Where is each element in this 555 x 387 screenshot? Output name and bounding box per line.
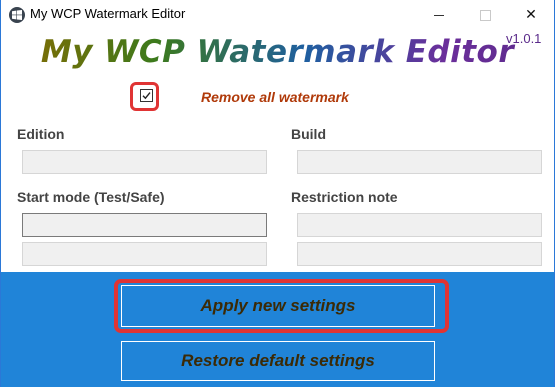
checkmark-icon <box>142 92 151 100</box>
window-title: My WCP Watermark Editor <box>30 6 186 21</box>
version-label: v1.0.1 <box>506 31 542 46</box>
restriction-label: Restriction note <box>291 189 398 205</box>
page-title: My WCP Watermark Editor <box>1 34 554 70</box>
edition-label: Edition <box>17 126 65 142</box>
start-mode-field-2[interactable] <box>22 242 267 266</box>
restriction-field-1[interactable] <box>297 213 542 237</box>
build-field[interactable] <box>297 150 542 174</box>
remove-watermark-checkbox[interactable] <box>140 89 153 102</box>
apply-settings-button[interactable]: Apply new settings <box>121 285 435 327</box>
title-bar[interactable]: My WCP Watermark Editor ✕ <box>1 0 554 30</box>
minimize-button[interactable] <box>416 0 462 30</box>
start-mode-label: Start mode (Test/Safe) <box>17 189 165 205</box>
start-mode-field-1[interactable] <box>22 213 267 237</box>
build-label: Build <box>291 126 326 142</box>
edition-field[interactable] <box>22 150 267 174</box>
restriction-field-2[interactable] <box>297 242 542 266</box>
maximize-button[interactable] <box>462 0 508 30</box>
close-button[interactable]: ✕ <box>508 0 554 30</box>
restore-defaults-button[interactable]: Restore default settings <box>121 341 435 381</box>
close-icon: ✕ <box>525 7 537 23</box>
app-logo-icon <box>9 7 25 23</box>
minimize-icon <box>434 14 444 16</box>
maximize-icon <box>479 9 491 21</box>
app-window: My WCP Watermark Editor ✕ My WCP Waterma… <box>0 0 555 387</box>
remove-watermark-label[interactable]: Remove all watermark <box>201 89 349 105</box>
